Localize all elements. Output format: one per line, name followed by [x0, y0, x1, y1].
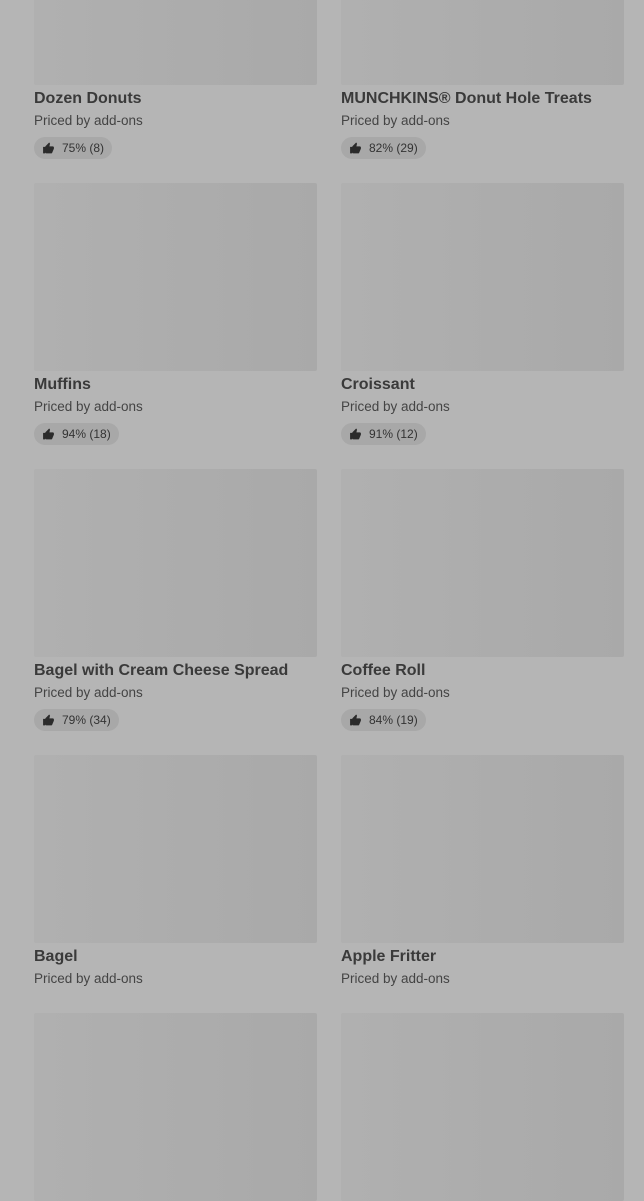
- rating-text: 79% (34): [62, 713, 111, 727]
- item-title[interactable]: Bagel with Cream Cheese Spread: [34, 661, 317, 681]
- item-price: Priced by add-ons: [341, 399, 450, 414]
- item-image[interactable]: [34, 469, 317, 657]
- menu-item-card[interactable]: Bagel Priced by add-ons: [34, 755, 317, 988]
- item-title[interactable]: Bagel: [34, 947, 317, 967]
- thumbs-up-icon: [350, 714, 361, 725]
- item-image[interactable]: [341, 1013, 624, 1201]
- menu-item-card[interactable]: Muffins Priced by add-ons 94% (18): [34, 183, 317, 446]
- item-image[interactable]: [341, 469, 624, 657]
- menu-item-card[interactable]: [34, 1013, 317, 1201]
- rating-text: 91% (12): [369, 427, 418, 441]
- rating-badge: 75% (8): [34, 137, 113, 159]
- item-title[interactable]: Croissant: [341, 375, 624, 395]
- menu-item-card[interactable]: Croissant Priced by add-ons 91% (12): [341, 183, 624, 446]
- item-price: Priced by add-ons: [341, 971, 450, 986]
- item-title[interactable]: Coffee Roll: [341, 661, 624, 681]
- item-image[interactable]: [34, 1013, 317, 1201]
- thumbs-up-icon: [350, 142, 361, 153]
- rating-text: 82% (29): [369, 141, 418, 155]
- item-price: Priced by add-ons: [341, 685, 450, 700]
- rating-text: 75% (8): [62, 141, 105, 155]
- menu-item-card[interactable]: Coffee Roll Priced by add-ons 84% (19): [341, 469, 624, 732]
- item-title[interactable]: Apple Fritter: [341, 947, 624, 967]
- item-image[interactable]: [341, 0, 624, 85]
- menu-item-card[interactable]: Dozen Donuts Priced by add-ons 75% (8): [34, 0, 317, 160]
- item-title[interactable]: Dozen Donuts: [34, 89, 317, 109]
- item-title[interactable]: Muffins: [34, 375, 317, 395]
- rating-text: 94% (18): [62, 427, 111, 441]
- item-image[interactable]: [341, 183, 624, 371]
- item-price: Priced by add-ons: [34, 685, 143, 700]
- item-price: Priced by add-ons: [341, 113, 450, 128]
- rating-badge: 91% (12): [341, 423, 426, 445]
- rating-badge: 82% (29): [341, 137, 426, 159]
- rating-text: 84% (19): [369, 713, 418, 727]
- item-image[interactable]: [34, 183, 317, 371]
- thumbs-up-icon: [43, 428, 54, 439]
- rating-badge: 84% (19): [341, 709, 426, 731]
- thumbs-up-icon: [43, 714, 54, 725]
- rating-badge: 79% (34): [34, 709, 119, 731]
- item-image[interactable]: [34, 0, 317, 85]
- item-title[interactable]: MUNCHKINS® Donut Hole Treats: [341, 89, 624, 109]
- item-image[interactable]: [341, 755, 624, 943]
- item-price: Priced by add-ons: [34, 113, 143, 128]
- item-price: Priced by add-ons: [34, 971, 143, 986]
- menu-item-card[interactable]: Bagel with Cream Cheese Spread Priced by…: [34, 469, 317, 732]
- item-image[interactable]: [34, 755, 317, 943]
- rating-badge: 94% (18): [34, 423, 119, 445]
- item-price: Priced by add-ons: [34, 399, 143, 414]
- thumbs-up-icon: [43, 142, 54, 153]
- menu-item-card[interactable]: Apple Fritter Priced by add-ons: [341, 755, 624, 988]
- menu-item-card[interactable]: MUNCHKINS® Donut Hole Treats Priced by a…: [341, 0, 624, 160]
- thumbs-up-icon: [350, 428, 361, 439]
- menu-item-card[interactable]: [341, 1013, 624, 1201]
